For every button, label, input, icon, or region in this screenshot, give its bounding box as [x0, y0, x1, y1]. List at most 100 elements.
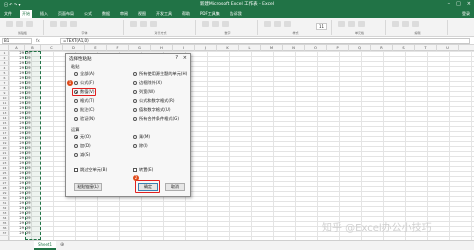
radio-icon [133, 99, 137, 103]
ribbon-tool-icon[interactable] [392, 21, 399, 27]
option-label: 加(D) [80, 143, 91, 148]
formula-input[interactable]: =TEXT(A1,0) [60, 38, 470, 44]
ribbon-group: 编辑 [388, 20, 448, 35]
radio-icon [74, 108, 78, 112]
ribbon-tool-icon[interactable] [358, 21, 365, 27]
sheet-tab[interactable]: Sheet1 [34, 241, 56, 250]
ribbon-tool-icon[interactable] [140, 21, 147, 27]
ribbon-tab[interactable]: PDF工具集 [198, 10, 222, 18]
option-label: 边框除外(X) [139, 80, 162, 85]
paste-link-button[interactable]: 粘贴链接(L) [74, 183, 102, 191]
skip-blanks-checkbox[interactable]: 跳过空单元(B) [74, 167, 107, 173]
radio-icon [133, 72, 137, 76]
help-icon[interactable]: ? [175, 55, 178, 61]
ribbon-tool-icon[interactable] [222, 21, 229, 27]
ribbon-tool-icon[interactable] [338, 21, 345, 27]
row-headers: 1 2 3 4 5 6 7 8 9 10 11 12 13 14 15 16 17 18 19 20 21 22 23 24 2… [0, 51, 9, 240]
paste-special-dialog: 选择性粘贴 ? × 粘贴 全部(A) 公式(F) 数值(V) 格式(T) 批注(C) 验证… [65, 53, 191, 197]
ribbon: 剪贴板 字体 对齐方式 数字 样式 单元格 编辑 11 [0, 18, 474, 37]
paste-option[interactable]: 列宽(W) [133, 89, 155, 95]
ribbon-group-label: 数字 [224, 31, 231, 35]
close-window-icon[interactable]: × [467, 1, 471, 7]
ribbon-group-label: 剪贴板 [17, 31, 27, 35]
paste-option[interactable]: 无(O) [74, 134, 91, 140]
minimize-icon[interactable]: – [448, 1, 451, 7]
paste-option[interactable]: 全部(A) [74, 71, 95, 77]
ribbon-tool-icon[interactable] [274, 21, 281, 27]
fx-icon[interactable]: fx [36, 38, 40, 43]
cell-b[interactable]: 29 [25, 231, 41, 236]
paste-option[interactable]: 公式和数字格式(R) [133, 98, 175, 104]
transpose-checkbox[interactable]: 转置(E) [133, 167, 153, 173]
add-sheet-icon[interactable]: ⊕ [60, 242, 64, 248]
ribbon-tab[interactable]: 文件 [2, 10, 14, 18]
paste-option[interactable]: 所有合并条件格式(G) [133, 116, 179, 122]
ribbon-tool-icon[interactable] [202, 21, 209, 27]
ribbon-tool-icon[interactable] [6, 21, 13, 27]
ribbon-tab[interactable]: 公式 [82, 10, 94, 18]
ribbon-tool-icon[interactable] [212, 21, 219, 27]
paste-option[interactable]: 减(S) [74, 152, 90, 158]
window-controls: – □ × [448, 1, 471, 7]
transpose-label: 转置(E) [139, 167, 154, 172]
paste-option[interactable]: 值和数字格式(U) [133, 107, 170, 113]
paste-option[interactable]: 格式(T) [74, 98, 94, 104]
radio-icon [133, 81, 137, 85]
paste-option[interactable]: 乘(M) [133, 134, 150, 140]
ribbon-group: 字体 [46, 20, 124, 35]
paste-option[interactable]: 所有使用源主题的单元(H) [133, 71, 187, 77]
ribbon-tool-icon[interactable] [70, 21, 77, 27]
ribbon-tab[interactable]: 审阅 [118, 10, 130, 18]
ribbon-tool-icon[interactable] [264, 21, 271, 27]
ribbon-tool-icon[interactable] [284, 21, 291, 27]
ribbon-tool-icon[interactable] [50, 21, 57, 27]
ok-button-highlight [135, 180, 160, 193]
dialog-close-icon[interactable]: × [183, 55, 187, 61]
maximize-icon[interactable]: □ [456, 1, 461, 7]
option-label: 格式(T) [80, 98, 95, 103]
font-size-box[interactable]: 11 [316, 23, 328, 30]
cancel-button[interactable]: 取消 [165, 183, 185, 191]
watermark: 知乎 @Excel办公小技巧 [322, 223, 432, 234]
ribbon-group-label: 样式 [292, 31, 299, 35]
paste-option[interactable]: 验证(N) [74, 116, 95, 122]
paste-section-label: 粘贴 [71, 64, 80, 69]
paste-option[interactable]: 加(D) [74, 143, 91, 149]
ribbon-tool-icon[interactable] [150, 21, 157, 27]
paste-option[interactable]: 公式(F) [74, 80, 94, 86]
radio-icon [74, 99, 78, 103]
name-box[interactable]: B1 [2, 38, 32, 44]
dialog-title: 选择性粘贴 [69, 57, 92, 62]
sheet-bar: Sheet1 ⊕ [0, 240, 474, 250]
checkbox-icon [133, 168, 137, 172]
option-label: 公式和数字格式(R) [139, 98, 175, 103]
ribbon-tool-icon[interactable] [130, 21, 137, 27]
paste-option[interactable]: 除(I) [133, 143, 148, 149]
ribbon-tool-icon[interactable] [348, 21, 355, 27]
ribbon-tab[interactable]: 帮助 [180, 10, 192, 18]
ribbon-tool-icon[interactable] [16, 21, 23, 27]
paste-option[interactable]: 批注(C) [74, 107, 95, 113]
radio-icon [74, 153, 78, 157]
ribbon-tool-icon[interactable] [412, 21, 419, 27]
option-label: 除(I) [139, 143, 148, 148]
ribbon-tool-icon[interactable] [60, 21, 67, 27]
paste-option[interactable]: 边框除外(X) [133, 80, 162, 86]
ribbon-tab[interactable]: 视图 [136, 10, 148, 18]
radio-icon [74, 72, 78, 76]
ribbon-tab[interactable]: 插入 [38, 10, 50, 18]
option-label: 全部(A) [80, 71, 95, 76]
ribbon-group-label: 字体 [81, 31, 88, 35]
ribbon-tab[interactable]: 数据 [100, 10, 112, 18]
signin-link[interactable]: 登录 [462, 11, 470, 17]
ribbon-tab[interactable]: 开发工具 [154, 10, 174, 18]
option-label: 无(O) [80, 134, 91, 139]
ribbon-tool-icon[interactable] [26, 21, 33, 27]
ribbon-tab[interactable]: 开始 [20, 9, 32, 18]
cell-a[interactable]: 29 [9, 231, 25, 236]
ribbon-tab[interactable]: 页面布局 [56, 10, 76, 18]
ribbon-tool-icon[interactable] [402, 21, 409, 27]
row-header[interactable]: 37 [0, 231, 9, 236]
ribbon-tab[interactable]: 告诉我 [228, 10, 244, 18]
option-label: 所有合并条件格式(G) [139, 116, 180, 121]
